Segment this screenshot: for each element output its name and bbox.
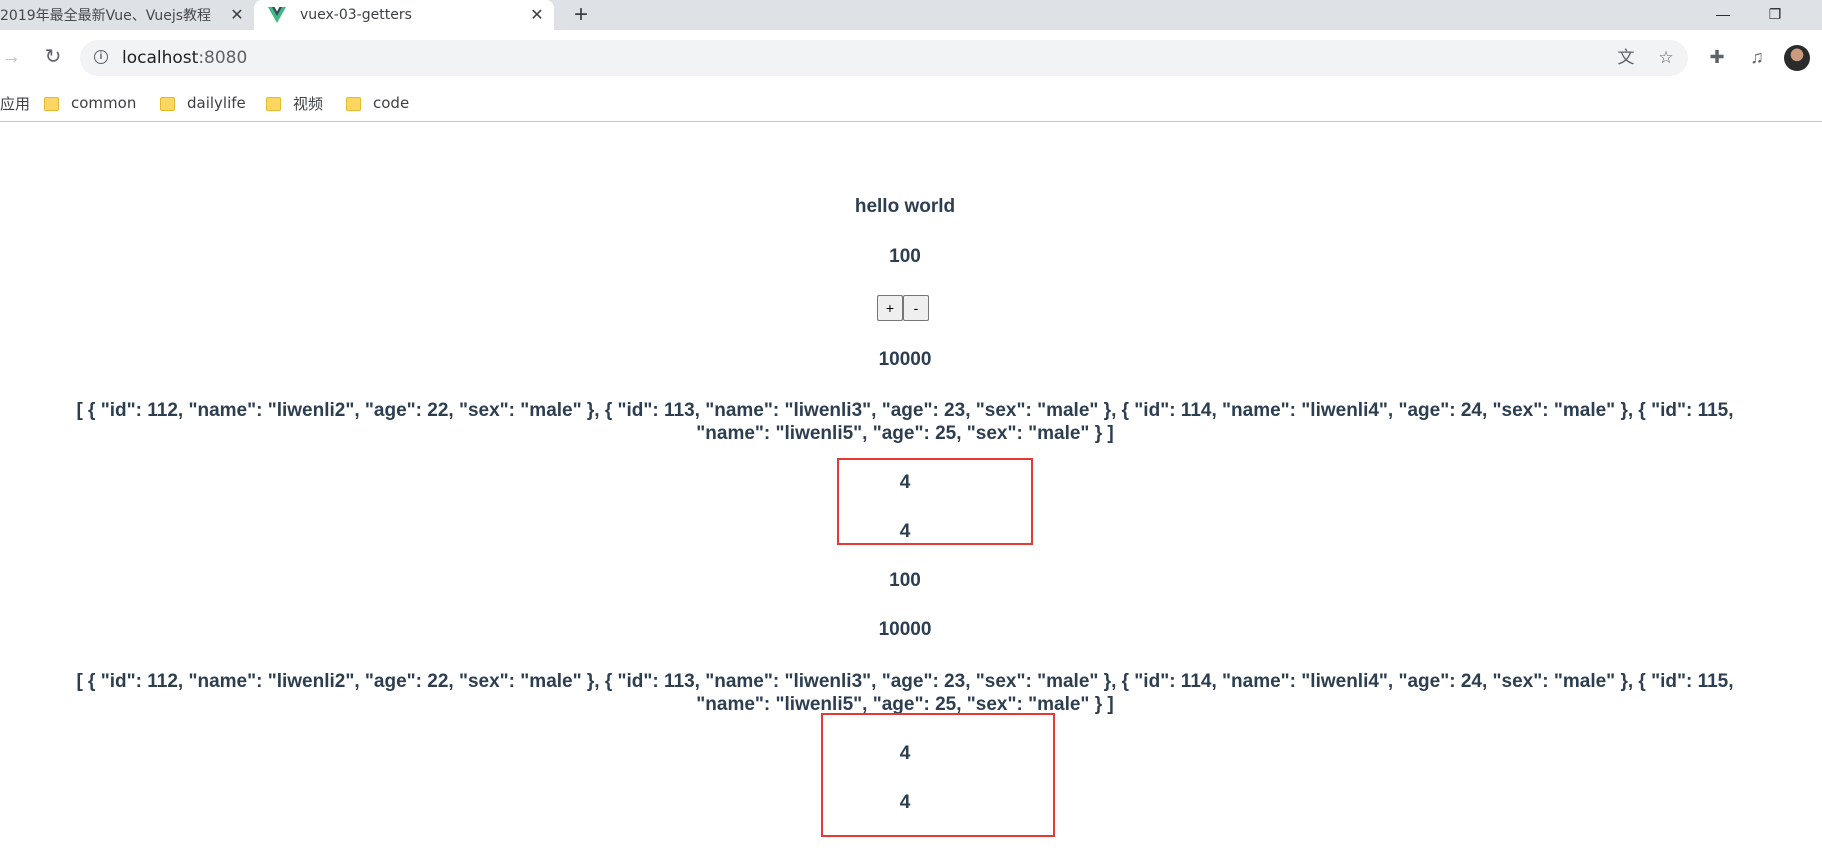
length-value: 4	[899, 521, 911, 542]
students-json-line-2: "name": "liwenli5", "age": 25, "sex": "m…	[696, 423, 1114, 444]
folder-icon	[160, 97, 175, 111]
forward-arrow-icon[interactable]: →	[0, 44, 24, 70]
length-value: 4	[899, 472, 911, 493]
bookmark-common[interactable]: common	[44, 90, 136, 116]
child-length-value: 4	[899, 792, 911, 813]
bookmark-code[interactable]: code	[346, 90, 409, 116]
counter-buttons: + -	[877, 295, 929, 321]
restore-icon[interactable]: ❐	[1752, 0, 1798, 30]
vue-logo-icon	[268, 7, 286, 23]
minimize-icon[interactable]: —	[1700, 0, 1746, 30]
child-students-json-line-1: [ { "id": 112, "name": "liwenli2", "age"…	[76, 671, 1734, 692]
address-bar[interactable]: i localhost:8080 文 ☆	[80, 40, 1688, 76]
close-icon[interactable]: ✕	[228, 6, 246, 24]
bookmark-star-icon[interactable]: ☆	[1656, 48, 1676, 68]
tab-vuex-getters[interactable]: vuex-03-getters ✕	[254, 0, 554, 30]
bookmark-label: 应用	[0, 94, 31, 113]
info-icon[interactable]: i	[94, 50, 108, 64]
highlight-box	[821, 713, 1055, 837]
extensions-icon[interactable]: ✚	[1706, 46, 1728, 68]
power-value: 10000	[878, 349, 932, 370]
profile-avatar[interactable]	[1784, 45, 1810, 71]
bookmarks-bar: 应用 common dailylife 视频 code	[0, 84, 1822, 122]
bookmark-label: code	[373, 94, 410, 112]
new-tab-button[interactable]: +	[568, 2, 594, 28]
reload-icon[interactable]: ↻	[40, 44, 66, 70]
counter-value: 100	[889, 246, 921, 267]
bookmark-label: 视频	[293, 94, 324, 113]
url-text[interactable]: localhost:8080	[122, 48, 247, 68]
page-content: hello world 100 + - 10000 [ { "id": 112,…	[0, 123, 1822, 858]
bookmark-video[interactable]: 视频	[266, 90, 323, 116]
child-length-value: 4	[899, 743, 911, 764]
folder-icon	[346, 97, 361, 111]
tab-strip: 2019年最全最新Vue、Vuejs教程 ✕ vuex-03-getters ✕…	[0, 0, 1822, 30]
message-heading: hello world	[854, 196, 956, 217]
tab-title: vuex-03-getters	[300, 7, 412, 23]
decrement-button[interactable]: -	[903, 295, 929, 321]
bookmark-label: common	[71, 94, 137, 112]
students-json-line-1: [ { "id": 112, "name": "liwenli2", "age"…	[76, 400, 1734, 421]
tab-vue-tutorial[interactable]: 2019年最全最新Vue、Vuejs教程 ✕	[0, 0, 254, 30]
url-host: localhost	[122, 48, 199, 68]
close-icon[interactable]: ✕	[528, 6, 546, 24]
child-counter-value: 100	[889, 570, 921, 591]
bookmark-label: dailylife	[187, 94, 246, 112]
bookmark-apps[interactable]: 应用	[0, 90, 30, 116]
increment-button[interactable]: +	[877, 295, 903, 321]
translate-icon[interactable]: 文	[1616, 48, 1636, 68]
media-control-icon[interactable]: ♫	[1746, 46, 1768, 68]
browser-toolbar: → ↻ i localhost:8080 文 ☆ ✚ ♫	[0, 30, 1822, 88]
folder-icon	[44, 97, 59, 111]
url-port: :8080	[198, 48, 248, 68]
tab-title: 2019年最全最新Vue、Vuejs教程	[0, 8, 212, 24]
bookmark-dailylife[interactable]: dailylife	[160, 90, 246, 116]
folder-icon	[266, 97, 281, 111]
child-power-value: 10000	[878, 619, 932, 640]
